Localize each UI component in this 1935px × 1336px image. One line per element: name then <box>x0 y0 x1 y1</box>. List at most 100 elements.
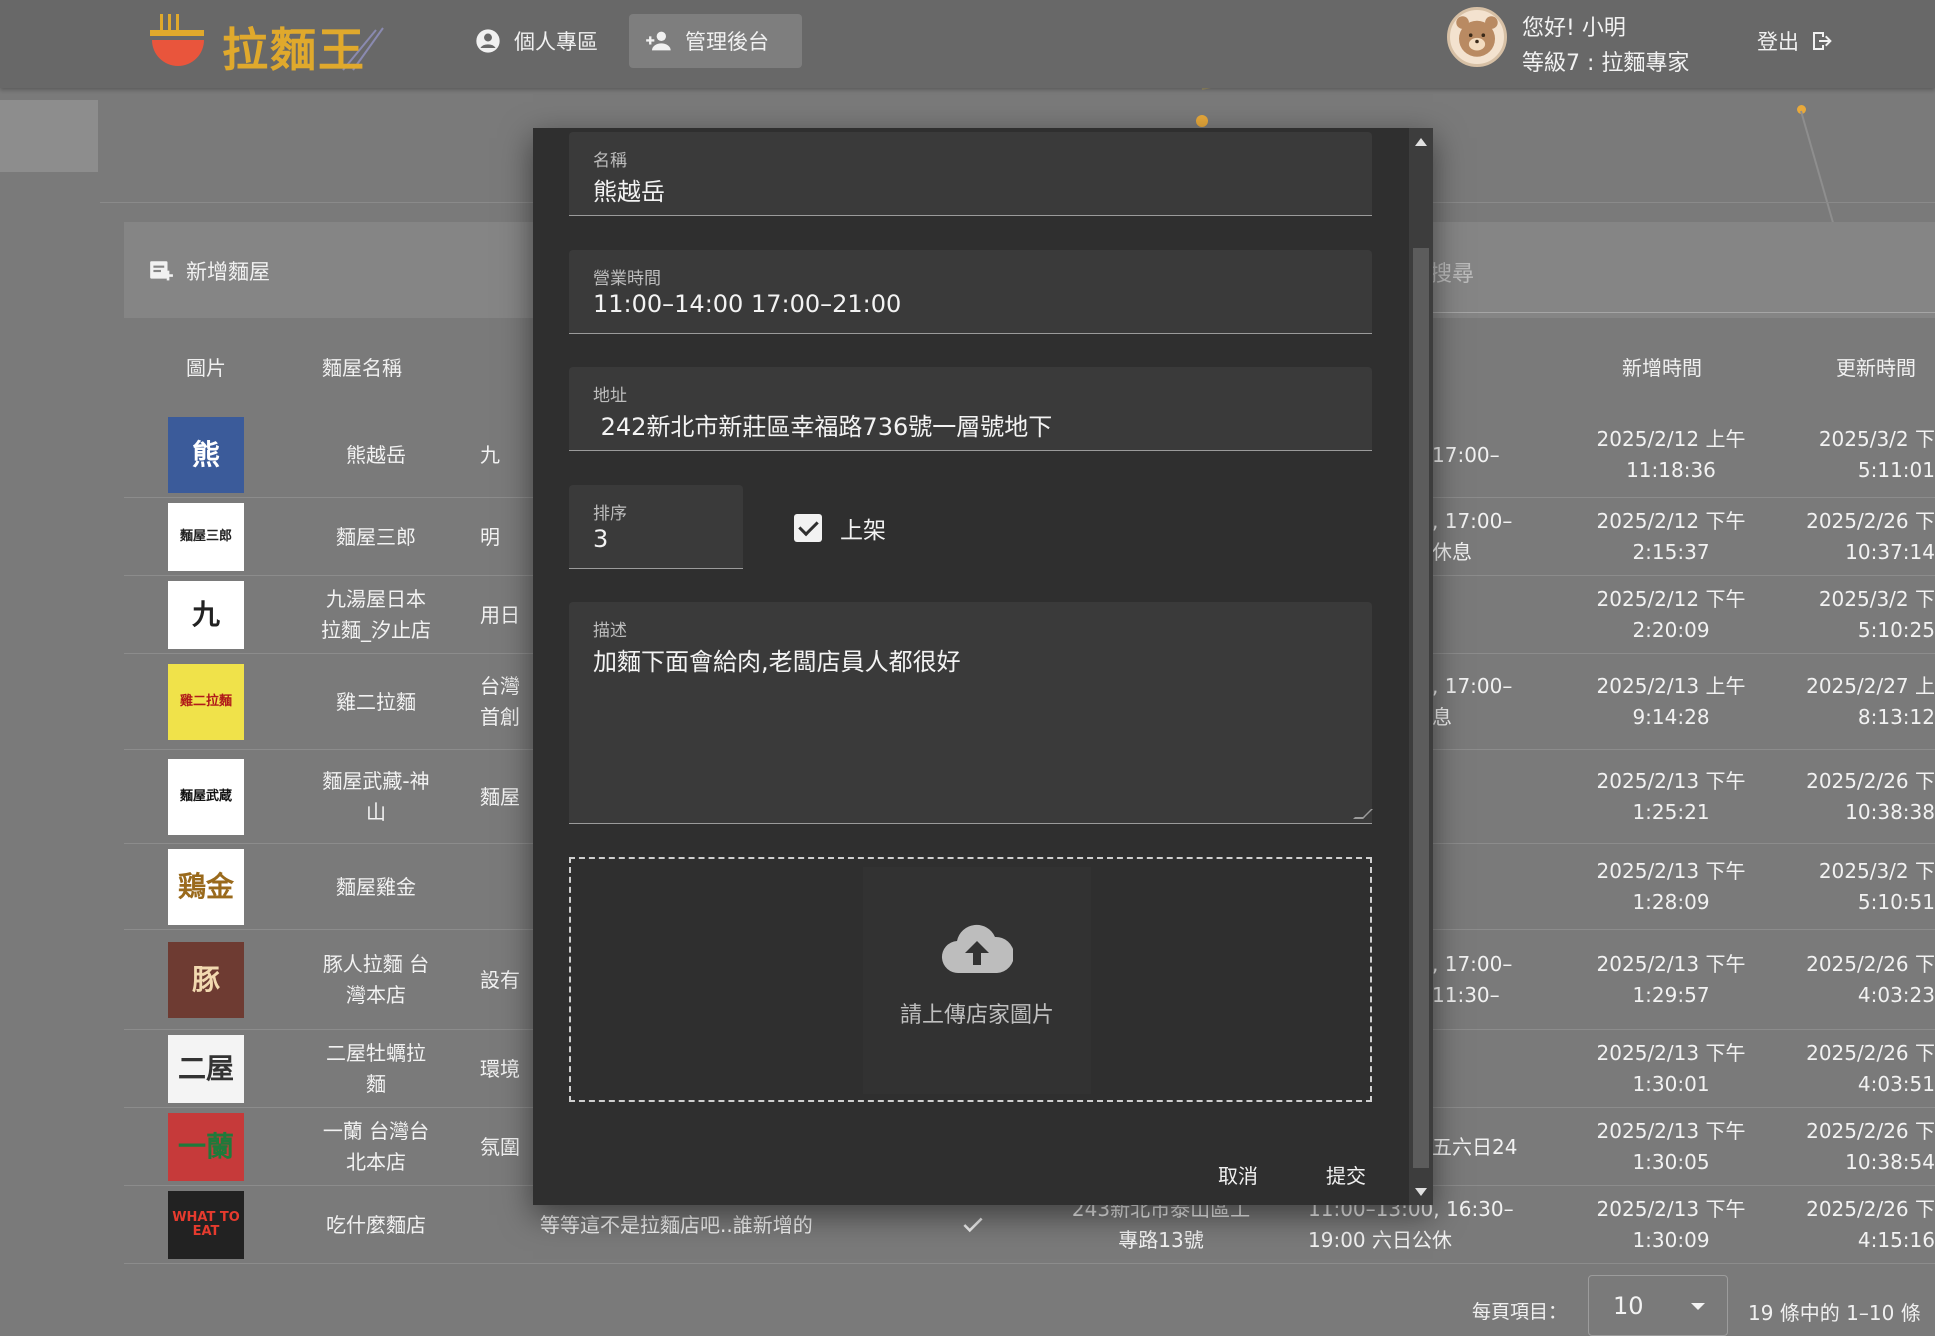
shop-thumbnail[interactable]: 二屋 <box>168 1035 244 1103</box>
updated-time: 2025/3/2 下 5:10:25 <box>1818 587 1935 642</box>
name-field[interactable]: 名稱 熊越岳 <box>569 132 1372 216</box>
thumbnail-logo-text: 麵屋武蔵 <box>179 788 232 804</box>
created-time: 2025/2/13 下午 1:30:09 <box>1596 1197 1746 1252</box>
shop-thumbnail[interactable]: 雞二拉麵 <box>168 664 244 740</box>
textarea-resize-handle[interactable] <box>1353 809 1373 819</box>
search-input[interactable] <box>1412 225 1935 313</box>
chevron-down-icon <box>1691 1303 1705 1310</box>
shop-description: 明 <box>480 524 500 549</box>
dialog-scroll-thumb[interactable] <box>1413 248 1429 1168</box>
shop-description: 台灣 首創 <box>480 674 520 729</box>
shop-thumbnail[interactable]: 麵屋武蔵 <box>168 759 244 835</box>
column-header-image[interactable]: 圖片 <box>178 352 234 381</box>
shop-name: 麵屋三郎 <box>336 524 416 549</box>
created-time: 2025/2/12 下午 2:15:37 <box>1596 509 1746 564</box>
address-field[interactable]: 地址 242新北市新莊區幸福路736號一層號地下 <box>569 367 1372 451</box>
account-circle-icon <box>476 29 500 53</box>
description-field-value[interactable]: 加麵下面會給肉,老闆店員人都很好 <box>593 642 961 677</box>
shop-name: 豚人拉麵 台 灣本店 <box>322 952 430 1007</box>
order-field[interactable]: 排序 3 <box>569 485 743 569</box>
sidebar-selected-item[interactable] <box>0 100 98 172</box>
top-app-bar: 拉麵王 個人專區 管理後台 您好! 小明 等級7 : 拉麵專家 登出 <box>0 0 1935 88</box>
hours-field-value[interactable]: 11:00–14:00 17:00–21:00 <box>593 290 901 318</box>
updated-time: 2025/2/26 下 10:37:14 <box>1806 509 1935 564</box>
shop-description: 麵屋 <box>480 784 520 809</box>
column-header-updated[interactable]: 更新時間 <box>1826 352 1926 381</box>
hours-field-label: 營業時間 <box>593 269 661 289</box>
shop-thumbnail[interactable]: WHAT TO EAT <box>168 1191 244 1259</box>
shop-name: 熊越岳 <box>346 442 406 467</box>
shop-thumbnail[interactable]: 麵屋三郎 <box>168 503 244 571</box>
name-field-value[interactable]: 熊越岳 <box>593 172 665 207</box>
thumbnail-logo-text: 鶏金 <box>177 869 234 903</box>
add-shop-button[interactable]: 新增麵屋 <box>148 256 270 286</box>
order-field-label: 排序 <box>593 504 627 524</box>
thumbnail-logo-text: 豚 <box>191 962 220 996</box>
logout-icon <box>1813 32 1832 50</box>
logout-label: 登出 <box>1757 30 1799 54</box>
cloud-upload-icon <box>942 924 1013 974</box>
order-field-value[interactable]: 3 <box>593 525 608 553</box>
thumbnail-logo-text: 麵屋三郎 <box>179 528 232 544</box>
shop-name: 雞二拉麵 <box>336 689 416 714</box>
shop-description: 氛圍 <box>480 1134 520 1159</box>
created-time: 2025/2/13 下午 1:30:05 <box>1596 1119 1746 1174</box>
shop-thumbnail[interactable]: 一蘭 <box>168 1113 244 1181</box>
logout-button[interactable]: 登出 <box>1757 26 1833 56</box>
hours-field[interactable]: 營業時間 11:00–14:00 17:00–21:00 <box>569 250 1372 334</box>
upload-area[interactable]: 請上傳店家圖片 <box>863 867 1091 1094</box>
updated-time: 2025/2/26 下 4:15:16 <box>1806 1197 1935 1252</box>
scroll-down-arrow-icon[interactable] <box>1415 1188 1427 1196</box>
updated-time: 2025/2/26 下 4:03:23 <box>1806 952 1935 1007</box>
shop-name: 麵屋雞金 <box>336 874 416 899</box>
column-header-name[interactable]: 麵屋名稱 <box>312 352 412 381</box>
column-header-created[interactable]: 新增時間 <box>1612 352 1712 381</box>
nav-personal-button[interactable]: 個人專區 <box>458 14 614 68</box>
thumbnail-logo-text: 一蘭 <box>177 1129 234 1163</box>
nav-admin-button[interactable]: 管理後台 <box>629 14 802 68</box>
thumbnail-logo-text: 熊 <box>191 437 220 471</box>
submit-button[interactable]: 提交 <box>1326 1160 1366 1189</box>
publish-label: 上架 <box>840 518 886 544</box>
thumbnail-logo-text: 九 <box>191 597 220 631</box>
decoration-line <box>1800 110 1834 223</box>
bear-face-icon <box>1456 16 1498 57</box>
publish-checkbox[interactable] <box>794 514 822 542</box>
thumbnail-logo-text: 二屋 <box>177 1051 234 1085</box>
shop-name: 二屋牡蠣拉 麵 <box>326 1041 426 1096</box>
rows-per-page-select[interactable]: 10 <box>1588 1275 1728 1336</box>
thumbnail-logo-text: 雞二拉麵 <box>179 693 232 709</box>
updated-time: 2025/2/26 下 4:03:51 <box>1806 1041 1935 1096</box>
person-add-icon <box>646 31 671 51</box>
publish-toggle[interactable]: 上架 <box>794 511 886 545</box>
shop-thumbnail[interactable]: 九 <box>168 581 244 649</box>
shop-description: 環境 <box>480 1056 520 1081</box>
updated-time: 2025/3/2 下 5:11:01 <box>1818 427 1935 482</box>
thumbnail-logo-text: WHAT TO EAT <box>172 1209 240 1239</box>
shop-name: 一蘭 台灣台 北本店 <box>322 1119 430 1174</box>
shop-thumbnail[interactable]: 熊 <box>168 417 244 493</box>
nav-admin-label: 管理後台 <box>685 30 769 54</box>
address-field-value[interactable]: 242新北市新莊區幸福路736號一層號地下 <box>593 407 1053 442</box>
scroll-up-arrow-icon[interactable] <box>1415 138 1427 146</box>
updated-time: 2025/2/27 上 8:13:12 <box>1806 674 1935 729</box>
upload-hint: 請上傳店家圖片 <box>899 1003 1054 1028</box>
user-level: 等級7 : 拉麵專家 <box>1522 51 1690 76</box>
created-time: 2025/2/13 下午 1:25:21 <box>1596 769 1746 824</box>
avatar[interactable] <box>1447 7 1507 67</box>
created-time: 2025/2/13 下午 1:29:57 <box>1596 952 1746 1007</box>
app-logo-text: 拉麵王 <box>222 23 366 77</box>
rows-per-page-value: 10 <box>1613 1292 1644 1320</box>
shop-description: 設有 <box>480 967 520 992</box>
description-field[interactable]: 描述 加麵下面會給肉,老闆店員人都很好 <box>569 602 1373 824</box>
shop-name: 吃什麼麵店 <box>326 1212 426 1237</box>
shop-thumbnail[interactable]: 鶏金 <box>168 849 244 925</box>
edit-shop-dialog: 名稱 熊越岳 營業時間 11:00–14:00 17:00–21:00 地址 2… <box>533 128 1433 1205</box>
shop-thumbnail[interactable]: 豚 <box>168 942 244 1018</box>
user-greeting: 您好! 小明 <box>1522 16 1626 41</box>
shop-name: 麵屋武藏-神 山 <box>322 769 430 824</box>
image-upload-dropzone[interactable]: 請上傳店家圖片 <box>569 857 1372 1102</box>
pagination-range: 19 條中的 1–10 條 <box>1748 1301 1921 1325</box>
cancel-button[interactable]: 取消 <box>1218 1160 1258 1189</box>
shop-description: 用日 <box>480 602 520 627</box>
